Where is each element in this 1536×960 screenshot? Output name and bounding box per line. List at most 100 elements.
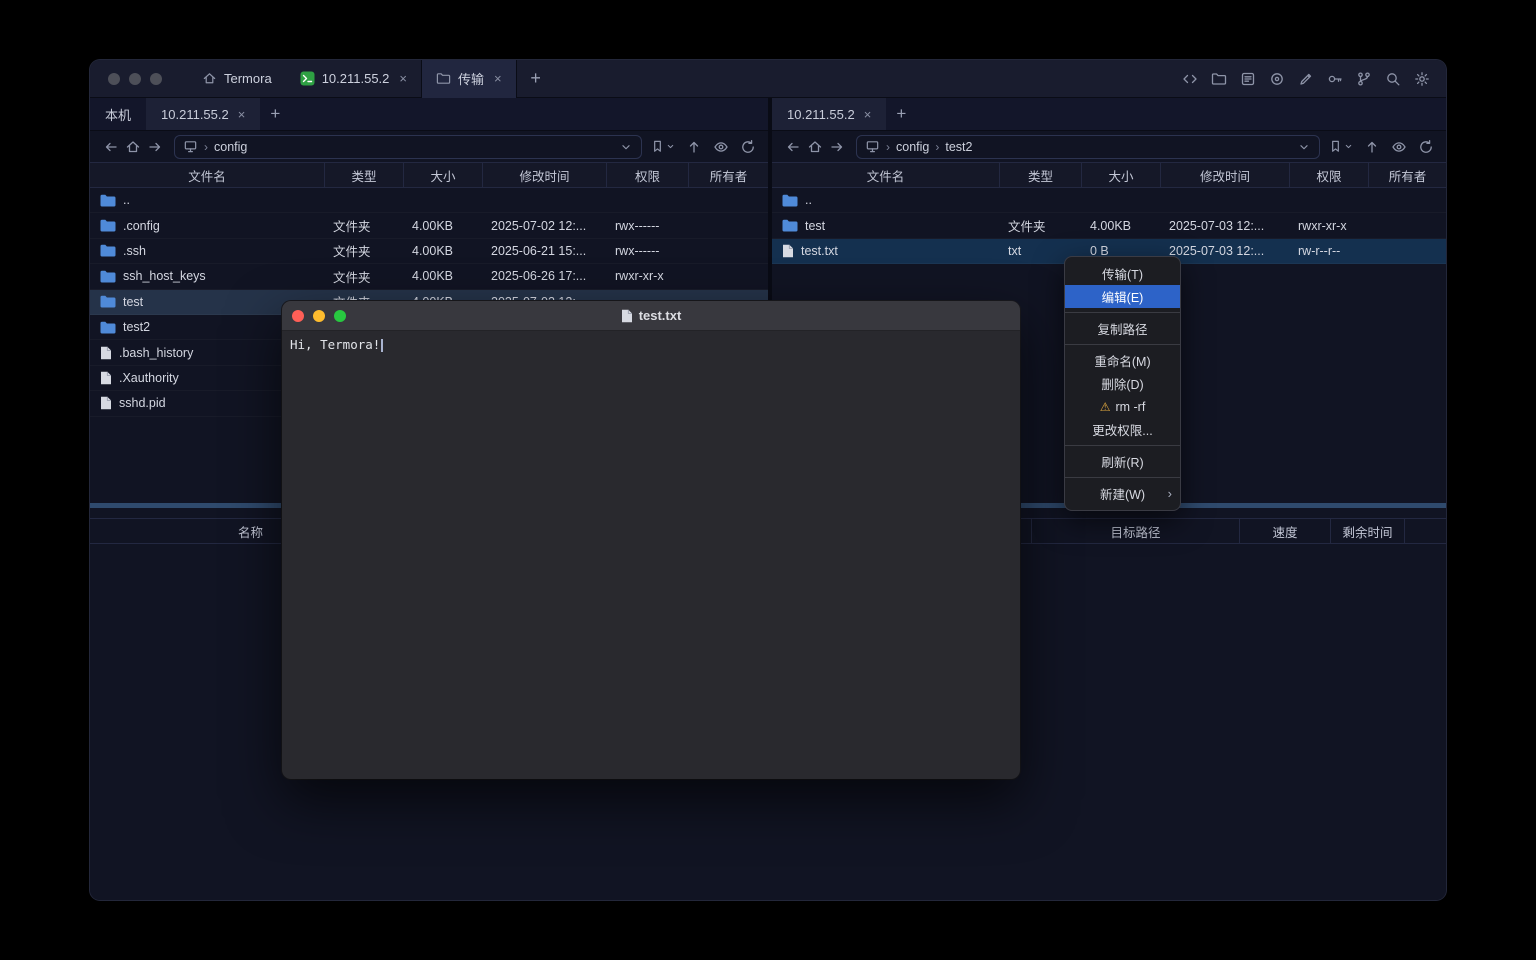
column-header-size[interactable]: 大小 xyxy=(1082,163,1161,187)
context-menu-item[interactable]: 编辑(E) xyxy=(1065,285,1180,308)
table-row[interactable]: .ssh 文件夹 4.00KB 2025-06-21 15:... rwx---… xyxy=(90,239,768,264)
tab-local[interactable]: 本机 xyxy=(90,98,146,130)
upload-icon[interactable] xyxy=(1364,139,1380,155)
text-cursor xyxy=(381,339,383,352)
file-type: 文件夹 xyxy=(325,241,404,260)
breadcrumb-item[interactable]: config xyxy=(214,140,247,154)
forward-button[interactable] xyxy=(144,136,166,158)
context-menu-item[interactable]: 删除(D) xyxy=(1065,372,1180,395)
back-button[interactable] xyxy=(100,136,122,158)
column-header-perm[interactable]: 权限 xyxy=(1290,163,1369,187)
context-menu-item[interactable]: ⚠ rm -rf xyxy=(1065,395,1180,418)
close-icon[interactable]: × xyxy=(864,107,872,122)
column-header-owner[interactable]: 所有者 xyxy=(689,163,768,187)
table-row[interactable]: .config 文件夹 4.00KB 2025-07-02 12:... rwx… xyxy=(90,213,768,238)
context-menu-item[interactable]: 传输(T) xyxy=(1065,262,1180,285)
close-icon[interactable]: × xyxy=(238,107,246,122)
file-type: 文件夹 xyxy=(325,216,404,235)
chevron-down-icon[interactable] xyxy=(619,140,633,154)
column-header-type[interactable]: 类型 xyxy=(325,163,404,187)
code-icon[interactable] xyxy=(1182,71,1198,87)
computer-icon xyxy=(183,139,198,154)
editor-close-button[interactable] xyxy=(292,310,304,322)
file-perm: rwx------ xyxy=(607,244,689,258)
key-icon[interactable] xyxy=(1327,71,1343,87)
folder-icon xyxy=(100,244,116,257)
chevron-down-icon[interactable] xyxy=(1297,140,1311,154)
bookmark-dropdown-icon[interactable] xyxy=(666,142,675,151)
column-header-name[interactable]: 文件名 xyxy=(90,163,325,187)
breadcrumb-separator: › xyxy=(935,140,939,154)
new-panel-tab-button[interactable]: + xyxy=(260,98,290,130)
column-header-mtime[interactable]: 修改时间 xyxy=(1161,163,1290,187)
file-name: sshd.pid xyxy=(119,396,166,410)
show-hidden-eye-icon[interactable] xyxy=(713,139,729,155)
branch-icon[interactable] xyxy=(1356,71,1372,87)
context-menu-item[interactable]: 更改权限... xyxy=(1065,418,1180,441)
column-header-size[interactable]: 大小 xyxy=(404,163,483,187)
tab-remote-host[interactable]: 10.211.55.2 × xyxy=(772,98,886,130)
editor-window-controls xyxy=(292,310,346,322)
record-icon[interactable] xyxy=(1269,71,1285,87)
close-icon[interactable]: × xyxy=(399,71,407,86)
table-row[interactable]: ssh_host_keys 文件夹 4.00KB 2025-06-26 17:.… xyxy=(90,264,768,289)
column-header-owner[interactable]: 所有者 xyxy=(1369,163,1446,187)
file-name: ssh_host_keys xyxy=(123,269,206,283)
edit-icon[interactable] xyxy=(1298,71,1314,87)
bookmark-icon[interactable] xyxy=(1328,139,1343,154)
log-icon[interactable] xyxy=(1240,71,1256,87)
column-header-type[interactable]: 类型 xyxy=(1000,163,1082,187)
file-perm: rw-r--r-- xyxy=(1290,244,1369,258)
upload-icon[interactable] xyxy=(686,139,702,155)
context-menu-item[interactable]: 新建(W) › xyxy=(1065,482,1180,505)
close-icon[interactable]: × xyxy=(494,71,502,86)
table-row[interactable]: .. xyxy=(90,188,768,213)
path-breadcrumb[interactable]: › config › test2 xyxy=(856,135,1320,159)
new-tab-button[interactable]: + xyxy=(523,68,549,89)
window-zoom-button[interactable] xyxy=(150,73,162,85)
editor-minimize-button[interactable] xyxy=(313,310,325,322)
window-minimize-button[interactable] xyxy=(129,73,141,85)
document-icon xyxy=(621,309,633,323)
bookmark-dropdown-icon[interactable] xyxy=(1344,142,1353,151)
back-button[interactable] xyxy=(782,136,804,158)
tab-remote-host[interactable]: 10.211.55.2 × xyxy=(146,98,260,130)
toolbar xyxy=(1182,71,1446,87)
tab-host[interactable]: 10.211.55.2 × xyxy=(286,60,421,98)
context-menu-item[interactable]: 重命名(M) xyxy=(1065,349,1180,372)
table-row[interactable]: .. xyxy=(772,188,1446,213)
folder-icon[interactable] xyxy=(1211,71,1227,87)
window-close-button[interactable] xyxy=(108,73,120,85)
new-panel-tab-button[interactable]: + xyxy=(886,98,916,130)
column-header-speed: 速度 xyxy=(1240,519,1331,543)
search-icon[interactable] xyxy=(1385,71,1401,87)
tab-label: 10.211.55.2 xyxy=(161,107,229,122)
table-row[interactable]: test 文件夹 4.00KB 2025-07-03 12:... rwxr-x… xyxy=(772,213,1446,238)
context-menu-item[interactable]: 刷新(R) xyxy=(1065,450,1180,473)
editor-titlebar[interactable]: test.txt xyxy=(282,301,1020,331)
home-button[interactable] xyxy=(804,136,826,158)
breadcrumb-item[interactable]: test2 xyxy=(945,140,972,154)
editor-zoom-button[interactable] xyxy=(334,310,346,322)
terminal-icon xyxy=(300,71,315,86)
home-button[interactable] xyxy=(122,136,144,158)
breadcrumb-item[interactable]: config xyxy=(896,140,929,154)
context-menu-item[interactable]: 复制路径 xyxy=(1065,317,1180,340)
column-header-perm[interactable]: 权限 xyxy=(607,163,689,187)
refresh-icon[interactable] xyxy=(740,139,756,155)
tab-transfer[interactable]: 传输 × xyxy=(421,60,517,98)
column-header-name[interactable]: 文件名 xyxy=(772,163,1000,187)
bookmark-icon[interactable] xyxy=(650,139,665,154)
menu-separator xyxy=(1065,477,1180,478)
forward-button[interactable] xyxy=(826,136,848,158)
refresh-icon[interactable] xyxy=(1418,139,1434,155)
menu-separator xyxy=(1065,312,1180,313)
column-header-mtime[interactable]: 修改时间 xyxy=(483,163,607,187)
file-name: test2 xyxy=(123,320,150,334)
titlebar[interactable]: Termora 10.211.55.2 × 传输 × + xyxy=(90,60,1446,98)
settings-icon[interactable] xyxy=(1414,71,1430,87)
path-breadcrumb[interactable]: › config xyxy=(174,135,642,159)
editor-content[interactable]: Hi, Termora! xyxy=(282,331,1020,358)
tab-termora[interactable]: Termora xyxy=(188,60,286,98)
show-hidden-eye-icon[interactable] xyxy=(1391,139,1407,155)
